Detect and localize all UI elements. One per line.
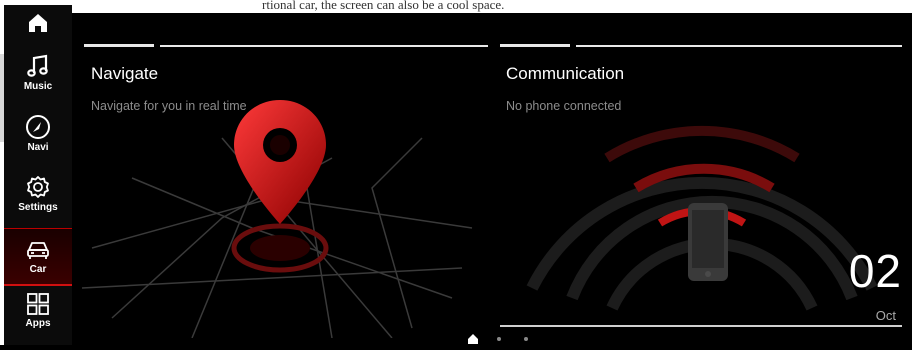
sidebar-item-home[interactable] <box>4 12 72 42</box>
sidebar-item-label: Music <box>23 81 53 92</box>
card-header-line <box>576 45 902 47</box>
apps-icon <box>27 293 49 315</box>
sidebar-item-navi[interactable]: Navi <box>4 114 72 166</box>
caption-strip: rtional car, the screen can also be a co… <box>0 0 912 13</box>
page-dot[interactable] <box>524 337 528 341</box>
gear-icon <box>27 176 49 198</box>
phone-icon <box>688 203 728 281</box>
sidebar-item-settings[interactable]: Settings <box>4 174 72 226</box>
sidebar-item-label: Navi <box>27 142 49 153</box>
navigate-title: Navigate <box>91 64 159 83</box>
caption-text: rtional car, the screen can also be a co… <box>262 0 505 12</box>
music-icon <box>27 54 48 77</box>
date-month: Oct <box>875 308 896 323</box>
car-icon <box>27 242 49 259</box>
home-icon <box>468 334 478 344</box>
sidebar-item-music[interactable]: Music <box>4 53 72 105</box>
card-header-line <box>160 45 488 47</box>
sidebar-item-label: Settings <box>18 202 58 213</box>
communication-title: Communication <box>506 64 625 83</box>
home-icon <box>29 14 47 32</box>
sidebar-item-apps[interactable]: Apps <box>4 292 72 344</box>
location-pin-icon <box>234 100 326 224</box>
card-header-accent <box>84 44 154 47</box>
sidebar: Music Navi Settings Car Apps <box>4 5 72 345</box>
sidebar-item-car[interactable]: Car <box>4 228 72 286</box>
card-bottom-line <box>500 325 902 327</box>
page-dot-home[interactable] <box>468 334 478 344</box>
page-dot[interactable] <box>497 337 501 341</box>
navigate-card[interactable]: Navigate Navigate for you in real time <box>72 38 490 338</box>
card-header-accent <box>500 44 570 47</box>
page-indicator <box>466 332 536 350</box>
sidebar-item-label: Car <box>29 264 47 275</box>
sidebar-item-label: Apps <box>25 318 51 329</box>
communication-card[interactable]: Communication No phone connected 02 Oct <box>492 38 912 338</box>
navi-icon <box>26 115 50 139</box>
date-day: 02 <box>848 245 902 297</box>
